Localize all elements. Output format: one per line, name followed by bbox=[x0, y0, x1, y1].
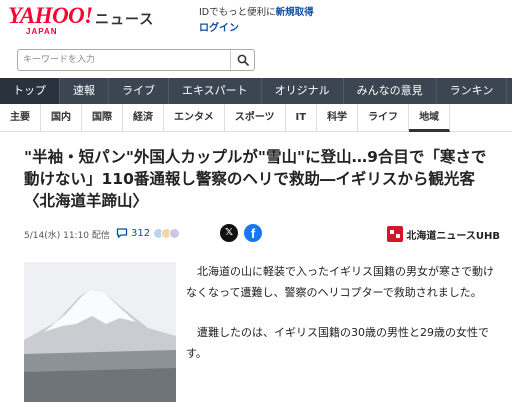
reaction-face-icon bbox=[169, 227, 181, 239]
tab-it[interactable]: IT bbox=[286, 104, 318, 132]
publish-date: 5/14(水) 11:10 配信 bbox=[24, 231, 110, 241]
article-meta: 5/14(水) 11:10 配信 312 𝕏 f 北海道ニュースUHB bbox=[24, 224, 500, 244]
tab-main[interactable]: 主要 bbox=[0, 104, 41, 132]
comment-icon bbox=[116, 228, 128, 238]
main-nav-expert[interactable]: エキスパート bbox=[169, 78, 262, 104]
main-nav-ranking[interactable]: ランキン bbox=[437, 78, 508, 104]
main-nav-live[interactable]: ライブ bbox=[109, 78, 169, 104]
category-nav: 主要 国内 国際 経済 エンタメ スポーツ IT 科学 ライフ 地域 bbox=[0, 104, 512, 132]
article-paragraph: 遭難したのは、イギリス国籍の30歳の男性と29歳の女性です。 bbox=[186, 326, 489, 360]
main-nav-opinions[interactable]: みんなの意見 bbox=[344, 78, 437, 104]
login-link[interactable]: ログイン bbox=[199, 19, 239, 34]
search-input[interactable] bbox=[18, 50, 230, 70]
tab-life[interactable]: ライフ bbox=[358, 104, 410, 132]
tab-entertainment[interactable]: エンタメ bbox=[164, 104, 225, 132]
source-name: 北海道ニュースUHB bbox=[406, 230, 500, 242]
comments-button[interactable]: 312 bbox=[116, 224, 181, 242]
tab-domestic[interactable]: 国内 bbox=[41, 104, 82, 132]
register-link[interactable]: 新規取得 bbox=[276, 7, 314, 18]
uhb-logo-icon bbox=[387, 226, 404, 242]
article-headline: "半袖・短パン"外国人カップルが"雪山"に登山…9合目で「寒さで動けない」110… bbox=[24, 148, 487, 210]
login-message: IDでもっと便利に bbox=[199, 7, 276, 18]
tab-international[interactable]: 国際 bbox=[82, 104, 123, 132]
yahoo-japan-logo[interactable]: YAHOO! JAPAN bbox=[8, 3, 93, 37]
service-name[interactable]: ニュース bbox=[95, 9, 154, 29]
share-x-icon[interactable]: 𝕏 bbox=[220, 224, 238, 242]
share-facebook-icon[interactable]: f bbox=[244, 224, 262, 242]
main-nav-original[interactable]: オリジナル bbox=[262, 78, 344, 104]
main-nav-top[interactable]: トップ bbox=[0, 78, 60, 104]
search-icon bbox=[237, 54, 249, 66]
logo-subtext: JAPAN bbox=[26, 27, 58, 36]
logo-text: YAHOO! bbox=[8, 3, 93, 28]
article-source[interactable]: 北海道ニュースUHB bbox=[387, 224, 500, 244]
login-prompt: IDでもっと便利に新規取得 bbox=[199, 4, 314, 18]
tab-economy[interactable]: 経済 bbox=[123, 104, 164, 132]
mountain-image bbox=[24, 262, 176, 402]
article-body: 北海道の山に軽装で入ったイギリス国籍の男女が寒さで動けなくなって遭難し、警察のヘ… bbox=[186, 262, 500, 384]
main-nav: トップ 速報 ライブ エキスパート オリジナル みんなの意見 ランキン bbox=[0, 78, 512, 104]
tab-science[interactable]: 科学 bbox=[317, 104, 359, 132]
article-photo[interactable] bbox=[24, 262, 176, 402]
search-box bbox=[17, 49, 255, 71]
comment-count: 312 bbox=[131, 227, 151, 239]
tab-sports[interactable]: スポーツ bbox=[225, 104, 286, 132]
tab-regional[interactable]: 地域 bbox=[409, 104, 451, 132]
main-nav-breaking[interactable]: 速報 bbox=[60, 78, 109, 104]
site-header: YAHOO! JAPAN ニュース IDでもっと便利に新規取得 ログイン bbox=[0, 0, 512, 40]
article-paragraph: 北海道の山に軽装で入ったイギリス国籍の男女が寒さで動けなくなって遭難し、警察のヘ… bbox=[186, 265, 494, 299]
search-button[interactable] bbox=[230, 50, 254, 70]
